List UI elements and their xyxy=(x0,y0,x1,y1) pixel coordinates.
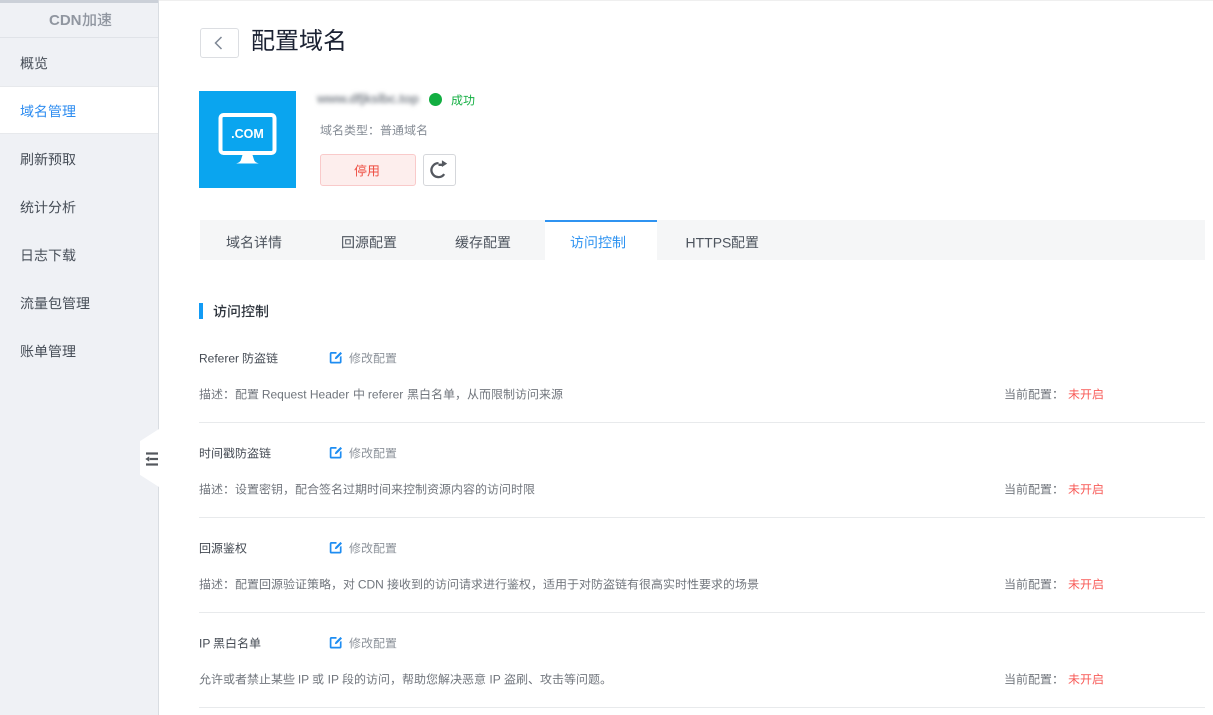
svg-text:.COM: .COM xyxy=(231,127,264,141)
